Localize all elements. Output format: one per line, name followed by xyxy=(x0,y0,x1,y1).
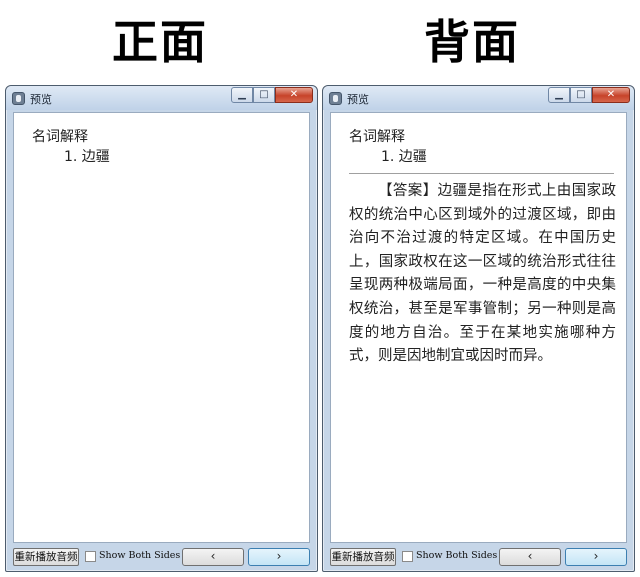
show-both-sides-label[interactable]: Show Both Sides xyxy=(99,550,180,561)
titlebar[interactable]: 预览 ▁ □ ✕ xyxy=(323,86,634,110)
titlebar[interactable]: 预览 ▁ □ ✕ xyxy=(6,86,317,110)
prev-button[interactable]: ‹ xyxy=(182,548,244,566)
close-button[interactable]: ✕ xyxy=(592,87,630,103)
app-icon xyxy=(12,92,25,105)
maximize-button[interactable]: □ xyxy=(253,87,275,103)
app-icon xyxy=(329,92,342,105)
replay-audio-button[interactable]: 重新播放音频 xyxy=(13,548,79,566)
question-item: 1. 边疆 xyxy=(64,149,110,165)
maximize-icon: □ xyxy=(576,89,586,100)
card-content: 名词解释 1. 边疆 【答案】边疆是指在形式上由国家政权的统治中心区到域外的过渡… xyxy=(330,112,627,543)
close-button[interactable]: ✕ xyxy=(275,87,313,103)
show-both-sides-label[interactable]: Show Both Sides xyxy=(416,550,497,561)
bottom-bar: 重新播放音频 Show Both Sides ‹ › xyxy=(13,546,310,568)
minimize-button[interactable]: ▁ xyxy=(231,87,253,103)
answer-divider xyxy=(349,173,614,174)
next-button[interactable]: › xyxy=(565,548,627,566)
bottom-bar: 重新播放音频 Show Both Sides ‹ › xyxy=(330,546,627,568)
back-preview-window: 预览 ▁ □ ✕ 名词解释 1. 边疆 【答案】边疆是指在形式上由国家政权的统治… xyxy=(322,85,635,572)
front-heading: 正面 xyxy=(112,15,208,69)
window-title: 预览 xyxy=(30,93,52,106)
chevron-right-icon: › xyxy=(276,549,282,563)
show-both-sides-checkbox[interactable] xyxy=(85,551,96,562)
show-both-sides-checkbox[interactable] xyxy=(402,551,413,562)
maximize-button[interactable]: □ xyxy=(570,87,592,103)
maximize-icon: □ xyxy=(259,89,269,100)
minimize-icon: ▁ xyxy=(555,89,563,100)
close-icon: ✕ xyxy=(606,89,616,100)
prev-button[interactable]: ‹ xyxy=(499,548,561,566)
chevron-left-icon: ‹ xyxy=(527,549,533,563)
question-type: 名词解释 xyxy=(349,129,405,145)
close-icon: ✕ xyxy=(289,89,299,100)
replay-audio-button[interactable]: 重新播放音频 xyxy=(330,548,396,566)
chevron-right-icon: › xyxy=(593,549,599,563)
minimize-button[interactable]: ▁ xyxy=(548,87,570,103)
minimize-icon: ▁ xyxy=(238,89,246,100)
answer-text: 【答案】边疆是指在形式上由国家政权的统治中心区到域外的过渡区域，即由治向不治过渡… xyxy=(349,183,616,365)
back-heading: 背面 xyxy=(424,15,520,69)
window-title: 预览 xyxy=(347,93,369,106)
question-type: 名词解释 xyxy=(32,129,88,145)
next-button[interactable]: › xyxy=(248,548,310,566)
question-item: 1. 边疆 xyxy=(381,149,427,165)
card-content: 名词解释 1. 边疆 xyxy=(13,112,310,543)
front-preview-window: 预览 ▁ □ ✕ 名词解释 1. 边疆 重新播放音频 Show Both Sid… xyxy=(5,85,318,572)
chevron-left-icon: ‹ xyxy=(210,549,216,563)
